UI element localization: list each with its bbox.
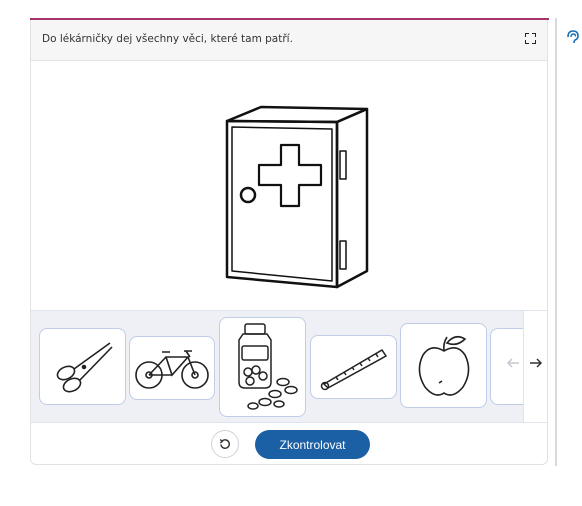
scissors-icon — [56, 341, 113, 392]
activity-footer: Zkontrolovat — [31, 422, 547, 464]
side-panel-divider — [555, 18, 557, 466]
pills-icon — [237, 323, 298, 410]
draggable-item-apple[interactable] — [400, 323, 487, 408]
reset-icon — [219, 438, 230, 449]
draggable-item-scissors[interactable] — [39, 328, 126, 405]
check-button[interactable]: Zkontrolovat — [255, 430, 370, 459]
draggable-item-thermometer[interactable] — [310, 335, 397, 399]
arrow-left-icon[interactable] — [503, 351, 523, 375]
thermometer-icon — [320, 348, 387, 391]
draggable-item-pills[interactable] — [219, 317, 306, 417]
activity-header: Do lékárničky dej všechny věci, které ta… — [31, 20, 547, 61]
activity-card: Do lékárničky dej všechny věci, které ta… — [30, 20, 548, 465]
arrow-right-icon[interactable] — [526, 351, 546, 375]
draggable-items-tray — [31, 310, 547, 423]
first-aid-cabinet-illustration — [225, 105, 369, 289]
draggable-item-bicycle[interactable] — [129, 336, 215, 400]
fullscreen-icon[interactable] — [521, 29, 539, 47]
listen-icon[interactable] — [563, 26, 581, 48]
task-instruction: Do lékárničky dej všechny věci, které ta… — [42, 33, 293, 45]
bicycle-icon — [135, 350, 209, 389]
drop-zone-first-aid-cabinet[interactable] — [31, 61, 547, 310]
reset-button[interactable] — [211, 430, 239, 458]
apple-icon — [418, 335, 469, 396]
